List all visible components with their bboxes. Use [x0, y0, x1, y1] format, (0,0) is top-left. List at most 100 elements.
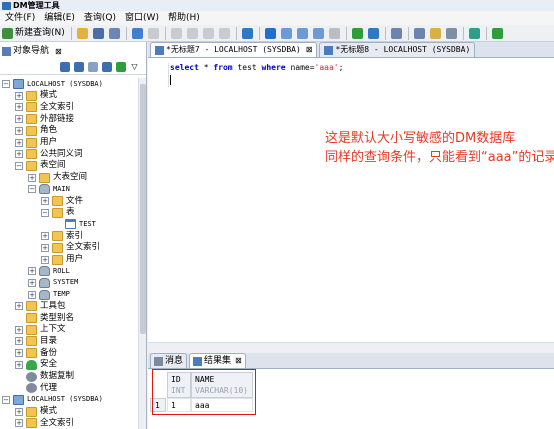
expand-toggle[interactable]: +	[15, 407, 23, 416]
calendar-button[interactable]	[389, 26, 404, 41]
connect-button[interactable]	[58, 60, 71, 73]
expand-toggle[interactable]: +	[15, 419, 23, 428]
sql-statement[interactable]: select * from test where name='aaa';	[170, 63, 343, 73]
collapse-toggle[interactable]: −	[2, 80, 10, 88]
stop-button[interactable]	[327, 26, 342, 41]
step-button[interactable]	[295, 26, 310, 41]
save-button[interactable]	[91, 26, 106, 41]
tree-item[interactable]: + 文件	[41, 195, 83, 207]
close-icon[interactable]: ⊠	[55, 45, 62, 58]
expand-toggle[interactable]: +	[28, 173, 36, 182]
menu-help[interactable]: 帮助(H)	[165, 12, 203, 25]
expand-toggle[interactable]: +	[15, 337, 23, 346]
menu-query[interactable]: 查询(Q)	[81, 12, 119, 25]
open-button[interactable]	[75, 26, 90, 41]
save-all-button[interactable]	[107, 26, 122, 41]
format-button[interactable]	[412, 26, 427, 41]
expand-toggle[interactable]: +	[15, 91, 23, 100]
redo-button[interactable]	[146, 26, 161, 41]
next-button[interactable]	[467, 26, 482, 41]
tree-item[interactable]: + 全文索引	[41, 242, 100, 254]
tree-item[interactable]: − LOCALHOST (SYSDBA)	[2, 394, 103, 406]
tree-item[interactable]: + 工具包	[15, 300, 66, 312]
tree-item[interactable]: + 模式	[15, 90, 57, 102]
expand-toggle[interactable]: +	[15, 126, 23, 135]
menu-window[interactable]: 窗口(W)	[122, 12, 162, 25]
debug-button[interactable]	[490, 26, 505, 41]
menu-edit[interactable]: 编辑(E)	[41, 12, 78, 25]
tree-item[interactable]: 代理	[15, 382, 57, 394]
tree-item[interactable]: + 用户	[41, 254, 83, 266]
delete-button[interactable]	[217, 26, 232, 41]
grid-button[interactable]	[444, 26, 459, 41]
refresh-button[interactable]	[100, 60, 113, 73]
tree-item[interactable]: + 大表空间	[28, 172, 87, 184]
undo-button[interactable]	[130, 26, 145, 41]
navigator-scrollbar[interactable]	[138, 78, 146, 429]
scrollbar-thumb[interactable]	[140, 84, 146, 334]
expand-toggle[interactable]: +	[15, 138, 23, 147]
collapse-all-button[interactable]	[114, 60, 127, 73]
home-button[interactable]	[240, 26, 255, 41]
expand-toggle[interactable]: +	[41, 255, 49, 264]
tree-item[interactable]: + 上下文	[15, 324, 66, 336]
close-icon[interactable]: ⊠	[306, 44, 313, 56]
tab-result-set[interactable]: 结果集 ⊠	[189, 353, 246, 368]
sql-editor[interactable]: select * from test where name='aaa'; 这是默…	[148, 58, 554, 350]
tree-item[interactable]: + 模式	[15, 406, 57, 418]
commit-button[interactable]	[350, 26, 365, 41]
tree-item[interactable]: + 外部链接	[15, 113, 74, 125]
tree-item[interactable]: − 表	[41, 207, 75, 219]
expand-toggle[interactable]: +	[41, 232, 49, 241]
tree-item[interactable]: + 角色	[15, 125, 57, 137]
tree-item[interactable]: + 安全	[15, 359, 57, 371]
cut-button[interactable]	[169, 26, 184, 41]
expand-toggle[interactable]: +	[15, 325, 23, 334]
expand-toggle[interactable]: +	[15, 150, 23, 159]
tab-messages[interactable]: 消息	[150, 353, 188, 368]
tree-item[interactable]: 数据复制	[15, 371, 74, 383]
tree-item[interactable]: + 用户	[15, 137, 57, 149]
new-query-button[interactable]: 新建查询(N)	[2, 27, 65, 40]
expand-toggle[interactable]: +	[15, 349, 23, 358]
editor-horizontal-scrollbar[interactable]	[148, 342, 554, 350]
object-navigator-tab[interactable]: 对象导航 ⊠	[2, 44, 62, 58]
tab-query-8[interactable]: *无标题8 - LOCALHOST (SYSDBA)	[319, 42, 476, 57]
expand-toggle[interactable]: +	[15, 103, 23, 112]
expand-toggle[interactable]: +	[15, 302, 23, 311]
tree-item[interactable]: + 目录	[15, 335, 57, 347]
disconnect-button[interactable]	[72, 60, 85, 73]
tree-item[interactable]: + 索引	[41, 230, 83, 242]
expand-toggle[interactable]: +	[15, 360, 23, 369]
tab-query-7[interactable]: *无标题7 - LOCALHOST (SYSDBA) ⊠	[150, 42, 318, 57]
expand-toggle[interactable]: +	[28, 267, 36, 276]
tree-item[interactable]: + TEMP	[28, 289, 70, 301]
tree-item[interactable]: − LOCALHOST (SYSDBA)	[2, 78, 103, 90]
tree-item[interactable]: − 表空间	[15, 160, 66, 172]
copy-button[interactable]	[185, 26, 200, 41]
menu-file[interactable]: 文件(F)	[2, 12, 38, 25]
expand-toggle[interactable]: +	[41, 243, 49, 252]
rollback-button[interactable]	[366, 26, 381, 41]
explain-button[interactable]	[311, 26, 326, 41]
view-menu-button[interactable]: ▽	[128, 60, 141, 73]
tree-item[interactable]: + 全文索引	[15, 101, 74, 113]
collapse-toggle[interactable]: −	[15, 161, 23, 170]
close-icon[interactable]: ⊠	[235, 355, 242, 367]
filter-button[interactable]	[86, 60, 99, 73]
tree-item[interactable]: 类型别名	[15, 312, 74, 324]
find-button[interactable]	[428, 26, 443, 41]
tree-item[interactable]: TEST	[54, 218, 96, 230]
collapse-toggle[interactable]: −	[41, 208, 49, 217]
execute-script-button[interactable]	[279, 26, 294, 41]
expand-toggle[interactable]: +	[15, 115, 23, 124]
expand-toggle[interactable]: +	[28, 290, 36, 299]
tree-item[interactable]: + SYSTEM	[28, 277, 78, 289]
tree-item[interactable]: + 备份	[15, 347, 57, 359]
tree-item[interactable]: − MAIN	[28, 183, 70, 195]
paste-button[interactable]	[201, 26, 216, 41]
tree-item[interactable]: + 全文索引	[15, 417, 74, 429]
execute-button[interactable]	[263, 26, 278, 41]
collapse-toggle[interactable]: −	[2, 395, 10, 404]
expand-toggle[interactable]: +	[28, 278, 36, 287]
